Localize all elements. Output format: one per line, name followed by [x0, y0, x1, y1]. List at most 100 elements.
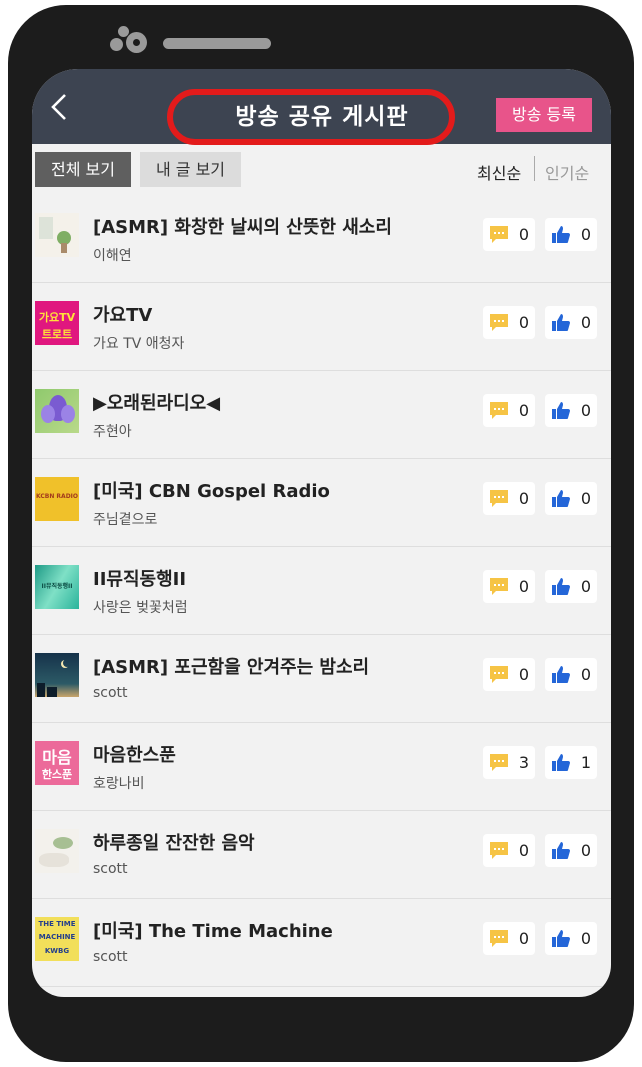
list-item[interactable]: II뮤직동행II II뮤직동행II 사랑은 벚꽃처럼 0 0	[32, 548, 611, 635]
broadcast-thumbnail: KCBN RADIO	[35, 477, 79, 521]
like-count[interactable]: 0	[545, 218, 597, 251]
broadcast-title[interactable]: [미국] The Time Machine	[93, 917, 333, 943]
list-item[interactable]: [ASMR] 화창한 날씨의 산뜻한 새소리 이해연 0 0	[32, 196, 611, 283]
list-item[interactable]: ▶오래된라디오◀ 주현아 0 0	[32, 372, 611, 459]
like-count[interactable]: 0	[545, 658, 597, 691]
comment-icon	[490, 578, 508, 595]
comment-icon	[490, 402, 508, 419]
like-count-value: 0	[580, 225, 591, 244]
page-title: 방송 공유 게시판	[235, 104, 409, 130]
comment-count-value: 0	[518, 489, 529, 508]
broadcast-thumbnail	[35, 389, 79, 433]
sort-divider	[534, 156, 535, 181]
comment-count-value: 0	[518, 929, 529, 948]
comment-icon	[490, 754, 508, 771]
app-header: 방송 공유 게시판 방송 등록	[32, 69, 611, 145]
comment-icon	[490, 314, 508, 331]
comment-count-value: 0	[518, 401, 529, 420]
like-count[interactable]: 0	[545, 834, 597, 867]
broadcast-thumbnail: THE TIME MACHINE KWBG	[35, 917, 79, 961]
list-item[interactable]: [ASMR] 포근함을 안겨주는 밤소리 scott 0 0	[32, 636, 611, 723]
like-count[interactable]: 1	[545, 746, 597, 779]
broadcast-author: 사랑은 벚꽃처럼	[93, 600, 188, 616]
like-count-value: 0	[580, 313, 591, 332]
like-count[interactable]: 0	[545, 306, 597, 339]
app-screen: 방송 공유 게시판 방송 등록 전체 보기 내 글 보기 최신순 인기순 [AS…	[32, 69, 611, 997]
comment-count: 0	[483, 306, 535, 339]
like-count[interactable]: 0	[545, 394, 597, 427]
comment-icon	[490, 226, 508, 243]
broadcast-title[interactable]: [ASMR] 화창한 날씨의 산뜻한 새소리	[93, 213, 392, 239]
like-count[interactable]: 0	[545, 570, 597, 603]
broadcast-author: 가요 TV 애청자	[93, 336, 185, 352]
chevron-left-icon[interactable]	[46, 89, 74, 125]
like-count-value: 0	[580, 401, 591, 420]
broadcast-thumbnail	[35, 829, 79, 873]
sort-popular-link[interactable]: 인기순	[545, 160, 589, 184]
list-item[interactable]: 하루종일 잔잔한 음악 scott 0 0	[32, 812, 611, 899]
list-item[interactable]: 마음 한스푼 마음한스푼 호랑나비 3 1	[32, 724, 611, 811]
comment-count: 0	[483, 218, 535, 251]
broadcast-title[interactable]: 가요TV	[93, 301, 152, 327]
broadcast-title[interactable]: ▶오래된라디오◀	[93, 389, 220, 415]
tab-my-posts[interactable]: 내 글 보기	[140, 152, 241, 187]
thumbs-up-icon	[552, 490, 570, 507]
like-count[interactable]: 0	[545, 922, 597, 955]
comment-icon	[490, 490, 508, 507]
camera-lens	[126, 32, 147, 53]
comment-count-value: 0	[518, 577, 529, 596]
thumbs-up-icon	[552, 402, 570, 419]
comment-count-value: 0	[518, 841, 529, 860]
thumbs-up-icon	[552, 314, 570, 331]
comment-count-value: 0	[518, 313, 529, 332]
like-count-value: 0	[580, 929, 591, 948]
list-item[interactable]: KCBN RADIO [미국] CBN Gospel Radio 주님곁으로 0…	[32, 460, 611, 547]
like-count-value: 0	[580, 489, 591, 508]
comment-icon	[490, 666, 508, 683]
list-item[interactable]: 가요TV 트로트 가요TV 가요 TV 애청자 0 0	[32, 284, 611, 371]
thumbs-up-icon	[552, 226, 570, 243]
comment-count-value: 0	[518, 665, 529, 684]
broadcast-title[interactable]: [ASMR] 포근함을 안겨주는 밤소리	[93, 653, 369, 679]
broadcast-author: 이해연	[93, 248, 132, 264]
comment-count: 0	[483, 570, 535, 603]
broadcast-thumbnail	[35, 213, 79, 257]
comment-icon	[490, 930, 508, 947]
broadcast-author: 주현아	[93, 424, 132, 440]
like-count-value: 0	[580, 665, 591, 684]
thumbs-up-icon	[552, 666, 570, 683]
camera-dot	[110, 38, 123, 51]
comment-count: 0	[483, 834, 535, 867]
tab-all-posts[interactable]: 전체 보기	[35, 152, 131, 187]
broadcast-author: scott	[93, 949, 128, 965]
comment-count: 0	[483, 922, 535, 955]
broadcast-title[interactable]: [미국] CBN Gospel Radio	[93, 477, 330, 503]
comment-count: 0	[483, 482, 535, 515]
broadcast-author: scott	[93, 685, 128, 701]
thumbs-up-icon	[552, 930, 570, 947]
comment-icon	[490, 842, 508, 859]
comment-count: 0	[483, 658, 535, 691]
comment-count: 0	[483, 394, 535, 427]
broadcast-author: 주님곁으로	[93, 512, 158, 528]
like-count-value: 0	[580, 577, 591, 596]
thumbs-up-icon	[552, 578, 570, 595]
sort-latest-link[interactable]: 최신순	[477, 160, 521, 184]
broadcast-title[interactable]: II뮤직동행II	[93, 565, 186, 591]
broadcast-thumbnail: II뮤직동행II	[35, 565, 79, 609]
comment-count: 3	[483, 746, 535, 779]
broadcast-title[interactable]: 마음한스푼	[93, 741, 176, 767]
list-item[interactable]: THE TIME MACHINE KWBG [미국] The Time Mach…	[32, 900, 611, 987]
broadcast-thumbnail: 마음 한스푼	[35, 741, 79, 785]
register-broadcast-button[interactable]: 방송 등록	[496, 98, 592, 132]
speaker-grille	[163, 38, 271, 49]
broadcast-author: scott	[93, 861, 128, 877]
like-count[interactable]: 0	[545, 482, 597, 515]
broadcast-author: 호랑나비	[93, 776, 145, 792]
comment-count-value: 3	[518, 753, 529, 772]
broadcast-title[interactable]: 하루종일 잔잔한 음악	[93, 829, 255, 855]
comment-count-value: 0	[518, 225, 529, 244]
like-count-value: 0	[580, 841, 591, 860]
thumbs-up-icon	[552, 842, 570, 859]
broadcast-thumbnail	[35, 653, 79, 697]
